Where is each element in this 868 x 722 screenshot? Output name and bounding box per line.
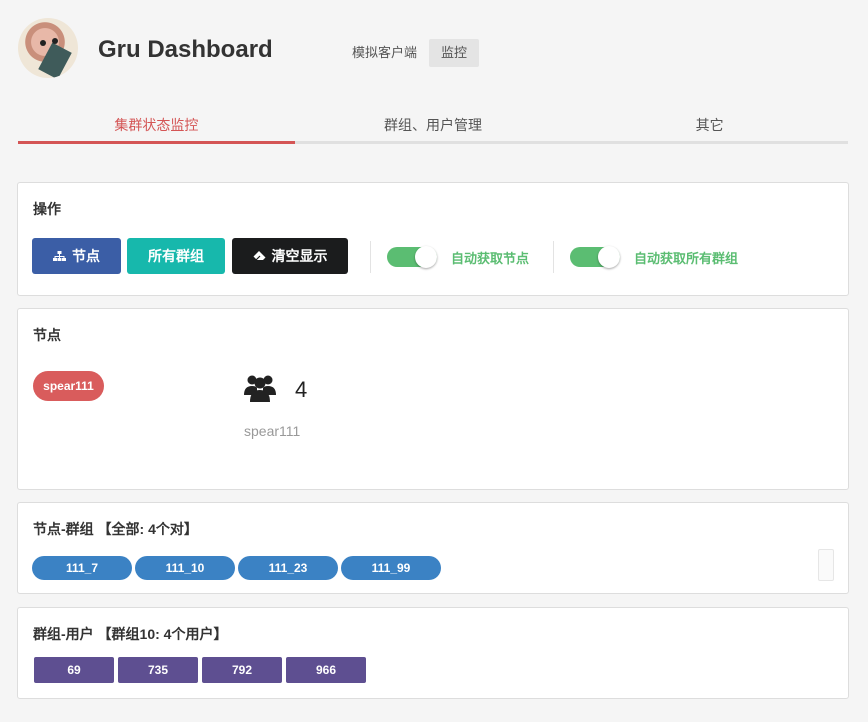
all-groups-button[interactable]: 所有群组 bbox=[127, 238, 225, 274]
all-groups-button-label: 所有群组 bbox=[148, 248, 204, 264]
clear-display-button[interactable]: 清空显示 bbox=[232, 238, 348, 274]
divider bbox=[553, 241, 554, 273]
panel-title: 操作 bbox=[33, 201, 61, 217]
nodes-button-label: 节点 bbox=[72, 248, 100, 264]
nodes-button[interactable]: 节点 bbox=[32, 238, 121, 274]
group-users-panel: 群组-用户 【群组10: 4个用户】 69 735 792 966 bbox=[17, 607, 849, 699]
nodes-panel: 节点 spear111 4 spear111 bbox=[17, 308, 849, 490]
auto-fetch-groups-toggle[interactable] bbox=[570, 246, 620, 268]
operations-panel: 操作 节点 所有群组 清空显示 自动获取节点 自动获取所有群组 bbox=[17, 182, 849, 296]
node-name: spear111 bbox=[244, 423, 301, 439]
nav-monitor[interactable]: 监控 bbox=[429, 39, 480, 67]
node-group-pill[interactable]: 111_99 bbox=[341, 556, 441, 580]
nav-simulated-client[interactable]: 模拟客户端 bbox=[340, 39, 429, 67]
user-tag[interactable]: 966 bbox=[286, 657, 366, 683]
active-tab-indicator bbox=[18, 141, 295, 144]
scrollbar[interactable] bbox=[818, 549, 834, 581]
tab-other[interactable]: 其它 bbox=[571, 110, 848, 141]
node-groups-panel: 节点-群组 【全部: 4个对】 111_7 111_10 111_23 111_… bbox=[17, 502, 849, 594]
node-group-list: 111_7 111_10 111_23 111_99 bbox=[32, 556, 441, 580]
tab-cluster-monitor[interactable]: 集群状态监控 bbox=[18, 110, 295, 141]
panel-title: 群组-用户 【群组10: 4个用户】 bbox=[33, 626, 228, 642]
user-count: 4 bbox=[295, 377, 308, 402]
node-group-pill[interactable]: 111_7 bbox=[32, 556, 132, 580]
tab-group-user-management[interactable]: 群组、用户管理 bbox=[295, 110, 572, 141]
users-icon bbox=[244, 375, 276, 402]
node-group-pill[interactable]: 111_23 bbox=[238, 556, 338, 580]
top-nav: 模拟客户端 监控 bbox=[340, 39, 480, 67]
user-tag[interactable]: 735 bbox=[118, 657, 198, 683]
panel-title: 节点 bbox=[33, 327, 61, 343]
main-tabs: 集群状态监控 群组、用户管理 其它 bbox=[18, 110, 848, 144]
user-tag[interactable]: 69 bbox=[34, 657, 114, 683]
user-tag[interactable]: 792 bbox=[202, 657, 282, 683]
divider bbox=[370, 241, 371, 273]
app-title: Gru Dashboard bbox=[98, 36, 273, 63]
auto-fetch-groups-label: 自动获取所有群组 bbox=[634, 251, 739, 266]
clear-display-button-label: 清空显示 bbox=[271, 248, 328, 264]
panel-title: 节点-群组 【全部: 4个对】 bbox=[33, 521, 198, 537]
node-tag[interactable]: spear111 bbox=[33, 371, 104, 401]
toggle-knob bbox=[415, 246, 437, 268]
node-group-pill[interactable]: 111_10 bbox=[135, 556, 235, 580]
toggle-knob bbox=[598, 246, 620, 268]
avatar bbox=[18, 18, 78, 78]
auto-fetch-nodes-label: 自动获取节点 bbox=[451, 251, 530, 266]
group-user-list: 69 735 792 966 bbox=[34, 657, 366, 683]
sitemap-icon bbox=[53, 250, 66, 261]
eraser-icon bbox=[253, 251, 265, 261]
auto-fetch-nodes-toggle[interactable] bbox=[387, 246, 437, 268]
